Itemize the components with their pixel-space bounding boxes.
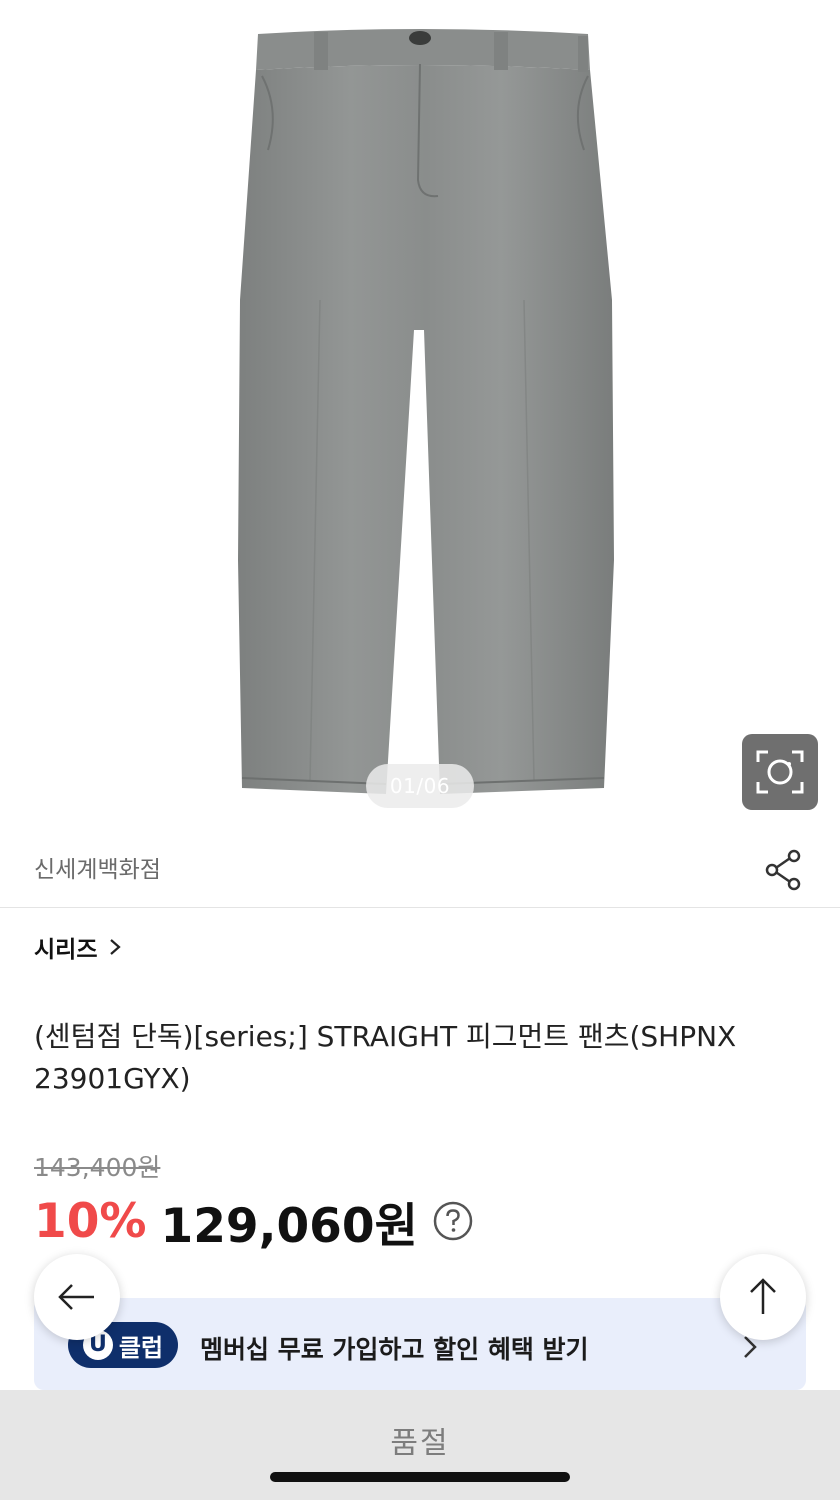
scroll-top-button[interactable] xyxy=(720,1254,806,1340)
lens-search-button[interactable] xyxy=(742,734,818,810)
lens-search-icon xyxy=(756,750,804,794)
back-button[interactable] xyxy=(34,1254,120,1340)
membership-banner-text: 멤버십 무료 가입하고 할인 혜택 받기 xyxy=(200,1335,589,1364)
brand-name: 시리즈 xyxy=(34,937,98,963)
chevron-right-icon xyxy=(110,939,122,955)
arrow-up-icon xyxy=(750,1278,776,1314)
discount-rate: 10% xyxy=(34,1193,147,1249)
share-icon[interactable] xyxy=(764,848,804,892)
product-image-gallery[interactable]: 01/06 xyxy=(0,0,840,828)
seller-row: 신세계백화점 xyxy=(0,830,840,908)
image-counter: 01/06 xyxy=(366,764,474,808)
home-indicator xyxy=(270,1472,570,1482)
sold-out-label: 품절 xyxy=(390,1426,450,1461)
arrow-left-icon xyxy=(58,1284,94,1310)
original-price: 143,400원 xyxy=(34,1153,161,1182)
bottom-action-bar: 품절 xyxy=(0,1390,840,1500)
sale-price: 129,060원 xyxy=(160,1198,418,1254)
uclub-badge-text: 클럽 xyxy=(118,1333,164,1362)
price-row: 10% 129,060원 xyxy=(34,1188,474,1254)
product-image xyxy=(238,29,614,794)
seller-name[interactable]: 신세계백화점 xyxy=(34,850,161,884)
membership-banner[interactable]: U 클럽 멤버십 무료 가입하고 할인 혜택 받기 xyxy=(34,1298,806,1390)
product-title: (센텀점 단독)[series;] STRAIGHT 피그먼트 팬츠(SHPNX… xyxy=(34,1020,737,1095)
brand-link[interactable]: 시리즈 xyxy=(34,930,123,964)
question-circle-icon[interactable] xyxy=(432,1200,474,1242)
